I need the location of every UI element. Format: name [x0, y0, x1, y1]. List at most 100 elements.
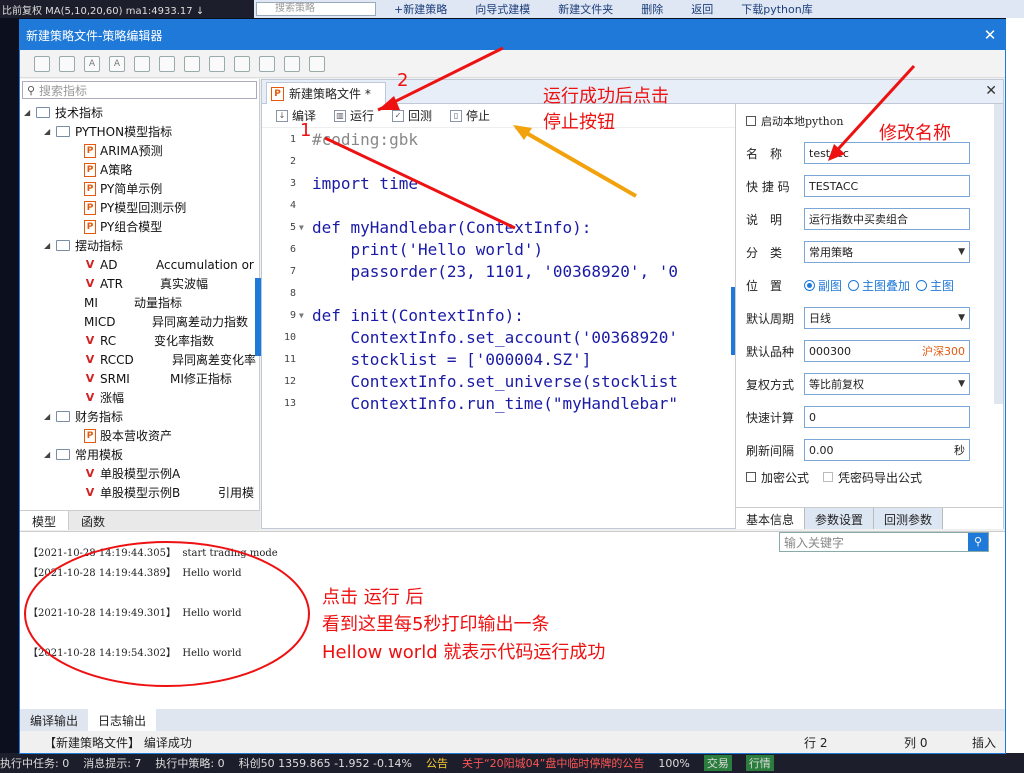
tree-desc: 异同离差动力指数 — [152, 315, 249, 329]
code-line: 10 ContextInfo.set_account('00368920' — [283, 328, 679, 347]
tree-folder[interactable]: ◢ 常用模板 — [44, 445, 123, 464]
period-select[interactable]: 日线 ▼ — [804, 307, 970, 329]
collapse-icon[interactable]: ◢ — [24, 108, 34, 117]
tab-log-output[interactable]: 日志输出 — [88, 709, 157, 731]
copy-icon[interactable] — [234, 55, 250, 72]
bg-back-button[interactable]: 返回 — [691, 1, 713, 17]
fold-icon[interactable]: ▼ — [299, 217, 304, 239]
tree-item[interactable]: MICD 异同离差动力指数 — [84, 312, 259, 331]
tab-parameters[interactable]: 参数设置 — [805, 508, 875, 529]
tree-item[interactable]: P A策略 — [84, 160, 132, 179]
run-button[interactable]: ▥ 运行 — [334, 107, 374, 124]
bg-status-notice-text[interactable]: 关于“20阳城04”盘中临时停牌的公告 — [462, 755, 644, 771]
tree-item[interactable]: V 单股模型示例A — [84, 464, 180, 483]
tab-new-strategy-file[interactable]: P 新建策略文件 * — [266, 82, 386, 104]
bg-status-messages[interactable]: 消息提示: 7 — [83, 755, 141, 771]
font-larger-icon[interactable]: A — [109, 55, 125, 72]
log-search-input[interactable]: 输入关键字 ⚲ — [779, 532, 989, 552]
bg-download-python-button[interactable]: 下载python库 — [741, 1, 812, 17]
insert-icon[interactable] — [284, 55, 300, 72]
bg-status-trade[interactable]: 交易 — [703, 755, 732, 771]
tree-item[interactable]: P PY简单示例 — [84, 179, 162, 198]
local-python-checkbox[interactable]: 启动本地python — [746, 110, 1004, 132]
bg-status-quote[interactable]: 行情 — [745, 755, 774, 771]
export-credential-checkbox[interactable] — [823, 472, 834, 482]
folder-icon — [56, 449, 70, 460]
tree-item[interactable]: P ARIMA预测 — [84, 141, 163, 160]
collapse-icon[interactable]: ◢ — [44, 241, 54, 250]
tree-item[interactable]: MI 动量指标 — [84, 293, 259, 312]
tree-folder[interactable]: ◢ PYTHON模型指标 — [44, 122, 172, 141]
code-line: 8 — [289, 288, 296, 299]
tree-label: AD — [100, 257, 118, 272]
tree-folder[interactable]: ◢ 技术指标 — [24, 103, 103, 122]
save-icon[interactable] — [34, 55, 50, 72]
editor-close-icon[interactable]: ✕ — [985, 83, 997, 99]
tree-item[interactable]: V 单股模型示例B 引用模 — [84, 483, 259, 501]
tree-item[interactable]: P 股本营收资产 — [84, 426, 172, 445]
font-smaller-icon[interactable]: A — [84, 55, 100, 72]
annotation-stop-hint-1: 运行成功后点击 — [543, 86, 669, 107]
format-icon[interactable] — [259, 55, 275, 72]
tree-item[interactable]: V SRMI MI修正指标 — [84, 369, 259, 388]
tree-item[interactable]: V RC 变化率指数 — [84, 331, 259, 350]
bg-status-notice-label[interactable]: 公告 — [426, 755, 448, 771]
checkbox-icon[interactable] — [746, 116, 756, 126]
indicator-tree: ◢ 技术指标 ◢ PYTHON模型指标 P ARIMA预测 P A策略 P PY简单示例 … — [20, 101, 259, 501]
background-search-input[interactable]: 搜索策略 — [256, 2, 376, 16]
import-icon[interactable] — [134, 55, 150, 72]
bg-wizard-button[interactable]: 向导式建模 — [475, 1, 530, 17]
status-row: 行 2 — [804, 735, 828, 750]
tree-item[interactable]: V AD Accumulation or — [84, 255, 259, 274]
tree-label: 股本营收资产 — [100, 429, 173, 443]
formula-icon: V — [85, 371, 95, 385]
bg-new-strategy-button[interactable]: +新建策略 — [394, 1, 447, 17]
refresh-field[interactable]: 0.00 秒 — [804, 439, 970, 461]
name-row: 名 称 testacc — [746, 142, 1004, 164]
export-icon[interactable] — [209, 55, 225, 72]
refresh-icon[interactable] — [159, 55, 175, 72]
search-icon[interactable]: ⚲ — [968, 533, 988, 551]
indicator-search-input[interactable]: ⚲ 搜索指标 — [22, 81, 257, 99]
tree-item[interactable]: V RCCD 异同离差变化率 — [84, 350, 259, 369]
code-line: 13 ContextInfo.run_time("myHandlebar" — [283, 394, 679, 413]
fold-icon[interactable]: ▼ — [299, 305, 304, 327]
tab-functions[interactable]: 函数 — [69, 511, 117, 530]
tab-model[interactable]: 模型 — [20, 511, 70, 530]
tab-compile-output[interactable]: 编译输出 — [20, 709, 88, 731]
fastcalc-field[interactable]: 0 — [804, 406, 970, 428]
collapse-icon[interactable]: ◢ — [44, 450, 54, 459]
shortcut-field[interactable]: TESTACC — [804, 175, 970, 197]
collapse-icon[interactable]: ◢ — [44, 412, 54, 421]
radio-main-chart[interactable] — [916, 279, 928, 291]
tree-item[interactable]: V ATR 真实波幅 — [84, 274, 259, 293]
save-all-icon[interactable] — [59, 55, 75, 72]
radio-subchart[interactable] — [804, 279, 815, 291]
tree-folder[interactable]: ◢ 财务指标 — [44, 407, 123, 426]
tree-item[interactable]: V 涨幅 — [84, 388, 124, 407]
stop-button[interactable]: ▯ 停止 — [450, 107, 490, 124]
tab-backtest-params[interactable]: 回测参数 — [874, 508, 944, 529]
category-select[interactable]: 常用策略 ▼ — [804, 241, 970, 263]
bg-delete-button[interactable]: 删除 — [641, 1, 663, 17]
collapse-icon[interactable]: ◢ — [44, 127, 54, 136]
window-close-icon[interactable]: ✕ — [975, 26, 1005, 44]
tab-basic-info[interactable]: 基本信息 — [736, 508, 806, 529]
radio-main-overlay[interactable] — [848, 279, 860, 291]
tree-item[interactable]: P PY模型回测示例 — [84, 198, 186, 217]
find-icon[interactable] — [184, 55, 200, 72]
variety-field[interactable]: 000300 沪深300 — [804, 340, 970, 362]
log-line: 【2021-10-28 14:19:44.305】 start trading … — [28, 548, 278, 559]
adjust-select[interactable]: 等比前复权 ▼ — [804, 373, 970, 395]
tree-item[interactable]: P PY组合模型 — [84, 217, 162, 236]
name-field[interactable]: testacc — [804, 142, 970, 164]
code-area[interactable]: 1 #coding:gbk 2 3 import time 4 5 ▼ def myHa… — [262, 129, 734, 529]
description-field[interactable]: 运行指数中买卖组合 — [804, 208, 970, 230]
encrypt-checkbox[interactable] — [746, 472, 756, 482]
formula-icon: V — [85, 352, 95, 366]
editor-status-bar: 【新建策略文件】 编译成功 行 2 列 0 插入 — [20, 731, 1005, 753]
settings-icon[interactable] — [309, 55, 325, 72]
bg-new-folder-button[interactable]: 新建文件夹 — [558, 1, 613, 17]
tree-folder[interactable]: ◢ 摆动指标 — [44, 236, 123, 255]
backtest-button[interactable]: ✓ 回测 — [392, 107, 432, 124]
